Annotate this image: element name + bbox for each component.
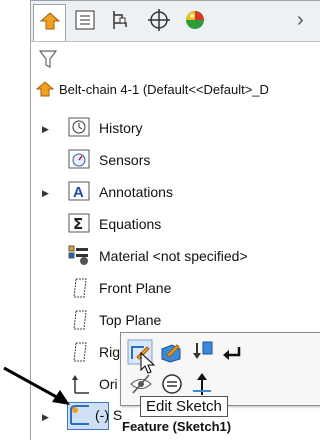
feature-manager-icon (39, 12, 61, 30)
edit-sketch-tooltip: Edit Sketch (140, 396, 228, 417)
tree-item-sketch1[interactable]: (-) S (95, 406, 122, 424)
tree-item-top-plane[interactable]: Top Plane (99, 311, 161, 329)
tree-item-origin[interactable]: Ori (99, 375, 118, 393)
go-back-arrow-icon[interactable] (221, 341, 243, 361)
tree-root-label[interactable]: Belt-chain 4-1 (Default<<Default>_D (59, 81, 269, 99)
mouse-cursor-icon (140, 352, 156, 374)
tree-item-sensors[interactable]: Sensors (99, 151, 150, 169)
tree-item-front-plane[interactable]: Front Plane (99, 279, 171, 297)
feature-name-label: Feature (Sketch1) (122, 419, 232, 434)
tree-item-annotations[interactable]: Annotations (99, 183, 173, 201)
tab-property-manager[interactable] (69, 4, 102, 37)
plane-icon (73, 342, 87, 362)
history-icon (68, 117, 90, 137)
expand-arrow-icon[interactable]: ▶ (42, 412, 49, 423)
display-manager-icon (186, 11, 204, 29)
tab-feature-manager[interactable] (33, 4, 66, 41)
expand-arrow-icon[interactable]: ▶ (42, 124, 49, 135)
plane-icon (73, 310, 87, 330)
part-icon (35, 81, 55, 97)
tree-item-history[interactable]: History (99, 119, 143, 137)
normal-to-icon[interactable] (191, 371, 213, 397)
chevron-right-icon[interactable]: › (297, 9, 304, 32)
configuration-manager-icon (113, 11, 127, 29)
material-icon (68, 245, 88, 265)
svg-text:A: A (73, 184, 84, 201)
rollback-icon[interactable] (191, 339, 215, 363)
equal-constraint-icon[interactable] (161, 373, 183, 395)
expand-arrow-icon[interactable]: ▶ (42, 188, 49, 199)
hide-icon[interactable] (129, 373, 153, 395)
annotations-icon: A (68, 181, 90, 201)
manager-tab-bar: › (31, 1, 320, 42)
filter-icon[interactable] (39, 49, 57, 69)
dimxpert-manager-icon (148, 9, 170, 31)
edit-feature-icon[interactable] (159, 341, 183, 363)
equations-icon: Σ (68, 213, 90, 233)
sketch-icon (70, 405, 89, 425)
svg-text:Σ: Σ (73, 215, 83, 233)
tree-item-right-plane[interactable]: Rig (99, 343, 120, 361)
origin-icon (72, 375, 89, 394)
tab-display-manager[interactable] (179, 4, 212, 37)
sensor-icon (68, 149, 90, 169)
plane-icon (73, 278, 87, 298)
tree-item-material[interactable]: Material <not specified> (99, 247, 248, 265)
tab-configuration-manager[interactable] (106, 4, 139, 37)
property-manager-icon (75, 10, 95, 30)
tree-item-equations[interactable]: Equations (99, 215, 161, 233)
tab-dimxpert-manager[interactable] (143, 4, 176, 37)
